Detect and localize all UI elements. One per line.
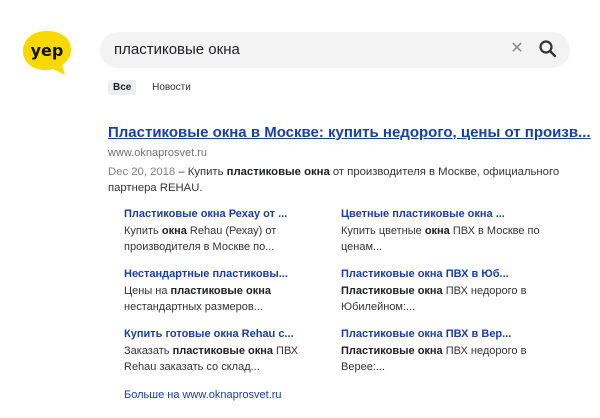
tab-news[interactable]: Новости [147,80,196,95]
sitelink: Нестандартные пластиковы... Цены на плас… [124,268,324,315]
sitelink-title[interactable]: Пластиковые окна Рехау от ... [124,208,324,220]
search-input[interactable]: пластиковые окна [114,41,240,58]
close-icon[interactable]: ✕ [508,40,526,58]
result-snippet: Dec 20, 2018 – Купить пластиковые окна о… [108,164,588,196]
sitelink-desc: Пластиковые окна ПВХ недорого в Юбилейно… [341,285,527,313]
sitelink-title[interactable]: Цветные пластиковые окна ... [341,208,541,220]
search-tabs: Все Новости [108,80,204,95]
more-results-link[interactable]: Больше на www.oknaprosvet.ru [124,389,282,401]
sitelink-desc: Цены на пластиковые окна нестандартных р… [124,285,271,313]
search-box[interactable]: пластиковые окна ✕ [100,32,570,68]
yep-logo[interactable]: yep [20,29,74,77]
search-icon[interactable] [538,39,558,59]
sitelink-title[interactable]: Пластиковые окна ПВХ в Юб... [341,268,541,280]
result-title-link[interactable]: Пластиковые окна в Москве: купить недоро… [108,124,591,141]
sitelink-desc: Заказать пластиковые окна ПВХ Rehau зака… [124,345,299,373]
sitelink: Цветные пластиковые окна ... Купить цвет… [341,208,541,255]
sitelink: Купить готовые окна Rehau с... Заказать … [124,328,324,375]
snippet-text-pre: – Купить [175,166,227,178]
sitelink-desc: Купить цветные окна ПВХ в Москве по цена… [341,225,540,253]
sitelink: Пластиковые окна ПВХ в Вер... Пластиковы… [341,328,541,375]
tab-all[interactable]: Все [108,80,137,95]
sitelink: Пластиковые окна Рехау от ... Купить окн… [124,208,324,255]
result-date: Dec 20, 2018 [108,166,176,178]
sitelink-desc: Купить окна Rehau (Рехау) от производите… [124,225,277,253]
search-result: Пластиковые окна в Москве: купить недоро… [108,124,591,196]
result-url[interactable]: www.oknaprosvet.ru [108,147,588,159]
logo-text: yep [31,41,64,60]
sitelink-desc: Пластиковые окна ПВХ недорого в Верее:..… [341,345,527,373]
snippet-bold: пластиковые окна [226,166,330,178]
sitelink: Пластиковые окна ПВХ в Юб... Пластиковые… [341,268,541,315]
sitelink-title[interactable]: Нестандартные пластиковы... [124,268,324,280]
sitelink-title[interactable]: Купить готовые окна Rehau с... [124,328,324,340]
sitelink-title[interactable]: Пластиковые окна ПВХ в Вер... [341,328,541,340]
